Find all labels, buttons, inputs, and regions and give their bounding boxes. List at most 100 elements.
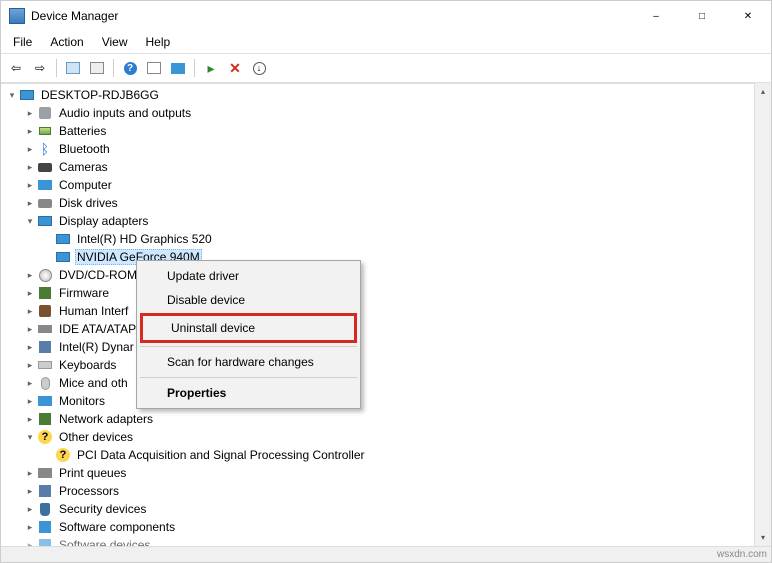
context-disable-device[interactable]: Disable device — [139, 288, 358, 312]
root-node[interactable]: ▾ DESKTOP-RDJB6GG — [5, 86, 771, 104]
minimize-button[interactable]: – — [633, 1, 679, 31]
chevron-right-icon[interactable]: ▸ — [23, 466, 37, 480]
chevron-down-icon[interactable]: ▾ — [23, 430, 37, 444]
device-tree[interactable]: ▾ DESKTOP-RDJB6GG ▸ Audio inputs and out… — [1, 84, 771, 546]
category-audio[interactable]: ▸ Audio inputs and outputs — [5, 104, 771, 122]
back-button[interactable]: ⇦ — [5, 57, 27, 79]
display-icon — [37, 213, 53, 229]
window-title: Device Manager — [31, 9, 633, 23]
menu-action[interactable]: Action — [42, 33, 91, 51]
chevron-right-icon[interactable]: ▸ — [23, 304, 37, 318]
forward-button[interactable]: ⇨ — [29, 57, 51, 79]
category-firmware[interactable]: ▸ Firmware — [5, 284, 771, 302]
firmware-icon — [37, 285, 53, 301]
bluetooth-icon: ᛒ — [37, 141, 53, 157]
context-uninstall-device[interactable]: Uninstall device — [140, 313, 357, 343]
chevron-right-icon[interactable]: ▸ — [23, 520, 37, 534]
update-driver-button[interactable]: ↓ — [248, 57, 270, 79]
chevron-right-icon[interactable]: ▸ — [23, 394, 37, 408]
enable-button[interactable]: ▸ — [200, 57, 222, 79]
category-keyboards[interactable]: ▸ Keyboards — [5, 356, 771, 374]
chevron-right-icon[interactable]: ▸ — [23, 322, 37, 336]
menu-file[interactable]: File — [5, 33, 40, 51]
category-print-queues[interactable]: ▸ Print queues — [5, 464, 771, 482]
chevron-right-icon[interactable]: ▸ — [23, 268, 37, 282]
chevron-right-icon[interactable]: ▸ — [23, 286, 37, 300]
category-security[interactable]: ▸ Security devices — [5, 500, 771, 518]
category-hid[interactable]: ▸ Human Interf — [5, 302, 771, 320]
hid-icon — [37, 303, 53, 319]
root-label: DESKTOP-RDJB6GG — [39, 88, 161, 102]
scroll-up-arrow[interactable]: ▴ — [755, 83, 771, 100]
maximize-button[interactable]: □ — [679, 1, 725, 31]
device-nvidia-geforce[interactable]: NVIDIA GeForce 940M — [5, 248, 771, 266]
category-display-adapters[interactable]: ▾ Display adapters — [5, 212, 771, 230]
context-update-driver[interactable]: Update driver — [139, 264, 358, 288]
monitor-icon — [37, 393, 53, 409]
vertical-scrollbar[interactable]: ▴ ▾ — [754, 83, 771, 546]
category-network[interactable]: ▸ Network adapters — [5, 410, 771, 428]
processor-icon — [37, 483, 53, 499]
menu-help[interactable]: Help — [138, 33, 179, 51]
show-hidden-button[interactable] — [62, 57, 84, 79]
context-properties[interactable]: Properties — [139, 381, 358, 405]
display-icon — [55, 249, 71, 265]
context-menu-separator — [140, 377, 357, 378]
chevron-right-icon[interactable]: ▸ — [23, 142, 37, 156]
chevron-right-icon[interactable]: ▸ — [23, 502, 37, 516]
scan-button[interactable] — [167, 57, 189, 79]
mouse-icon — [37, 375, 53, 391]
device-tree-container: ▾ DESKTOP-RDJB6GG ▸ Audio inputs and out… — [1, 83, 771, 546]
chevron-down-icon[interactable]: ▾ — [23, 214, 37, 228]
window-controls: – □ ✕ — [633, 1, 771, 31]
horizontal-scrollbar[interactable] — [1, 546, 771, 562]
chevron-down-icon[interactable]: ▾ — [5, 88, 19, 102]
close-button[interactable]: ✕ — [725, 1, 771, 31]
chevron-right-icon[interactable]: ▸ — [23, 376, 37, 390]
properties-button[interactable] — [86, 57, 108, 79]
chevron-right-icon[interactable]: ▸ — [23, 358, 37, 372]
warning-icon — [37, 429, 53, 445]
ide-icon — [37, 321, 53, 337]
category-intel-dynamic[interactable]: ▸ Intel(R) Dynar — [5, 338, 771, 356]
chevron-right-icon[interactable]: ▸ — [23, 124, 37, 138]
printer-icon — [37, 465, 53, 481]
category-mice[interactable]: ▸ Mice and oth — [5, 374, 771, 392]
chevron-right-icon[interactable]: ▸ — [23, 538, 37, 546]
category-software-components[interactable]: ▸ Software components — [5, 518, 771, 536]
chevron-right-icon[interactable]: ▸ — [23, 484, 37, 498]
category-ide[interactable]: ▸ IDE ATA/ATAP — [5, 320, 771, 338]
audio-icon — [37, 105, 53, 121]
category-monitors[interactable]: ▸ Monitors — [5, 392, 771, 410]
chevron-right-icon[interactable]: ▸ — [23, 196, 37, 210]
chevron-right-icon[interactable]: ▸ — [23, 412, 37, 426]
action-button[interactable] — [143, 57, 165, 79]
category-software-devices[interactable]: ▸ Software devices — [5, 536, 771, 546]
category-bluetooth[interactable]: ▸ ᛒ Bluetooth — [5, 140, 771, 158]
category-cameras[interactable]: ▸ Cameras — [5, 158, 771, 176]
category-other-devices[interactable]: ▾ Other devices — [5, 428, 771, 446]
device-pci-data-acquisition[interactable]: PCI Data Acquisition and Signal Processi… — [5, 446, 771, 464]
category-dvd[interactable]: ▸ DVD/CD-ROM — [5, 266, 771, 284]
scroll-down-arrow[interactable]: ▾ — [755, 529, 771, 546]
chevron-right-icon[interactable]: ▸ — [23, 178, 37, 192]
category-batteries[interactable]: ▸ Batteries — [5, 122, 771, 140]
app-icon — [9, 8, 25, 24]
chevron-right-icon[interactable]: ▸ — [23, 106, 37, 120]
help-button[interactable]: ? — [119, 57, 141, 79]
context-menu: Update driver Disable device Uninstall d… — [136, 260, 361, 409]
software-icon — [37, 537, 53, 546]
toolbar-separator — [194, 59, 195, 77]
uninstall-button[interactable]: ✕ — [224, 57, 246, 79]
security-icon — [37, 501, 53, 517]
category-disk-drives[interactable]: ▸ Disk drives — [5, 194, 771, 212]
category-computer[interactable]: ▸ Computer — [5, 176, 771, 194]
context-scan-hardware[interactable]: Scan for hardware changes — [139, 350, 358, 374]
chevron-right-icon[interactable]: ▸ — [23, 340, 37, 354]
menu-view[interactable]: View — [94, 33, 136, 51]
watermark: wsxdn.com — [717, 549, 767, 560]
chevron-right-icon[interactable]: ▸ — [23, 160, 37, 174]
category-processors[interactable]: ▸ Processors — [5, 482, 771, 500]
computer-icon — [37, 177, 53, 193]
device-intel-hd-graphics[interactable]: Intel(R) HD Graphics 520 — [5, 230, 771, 248]
